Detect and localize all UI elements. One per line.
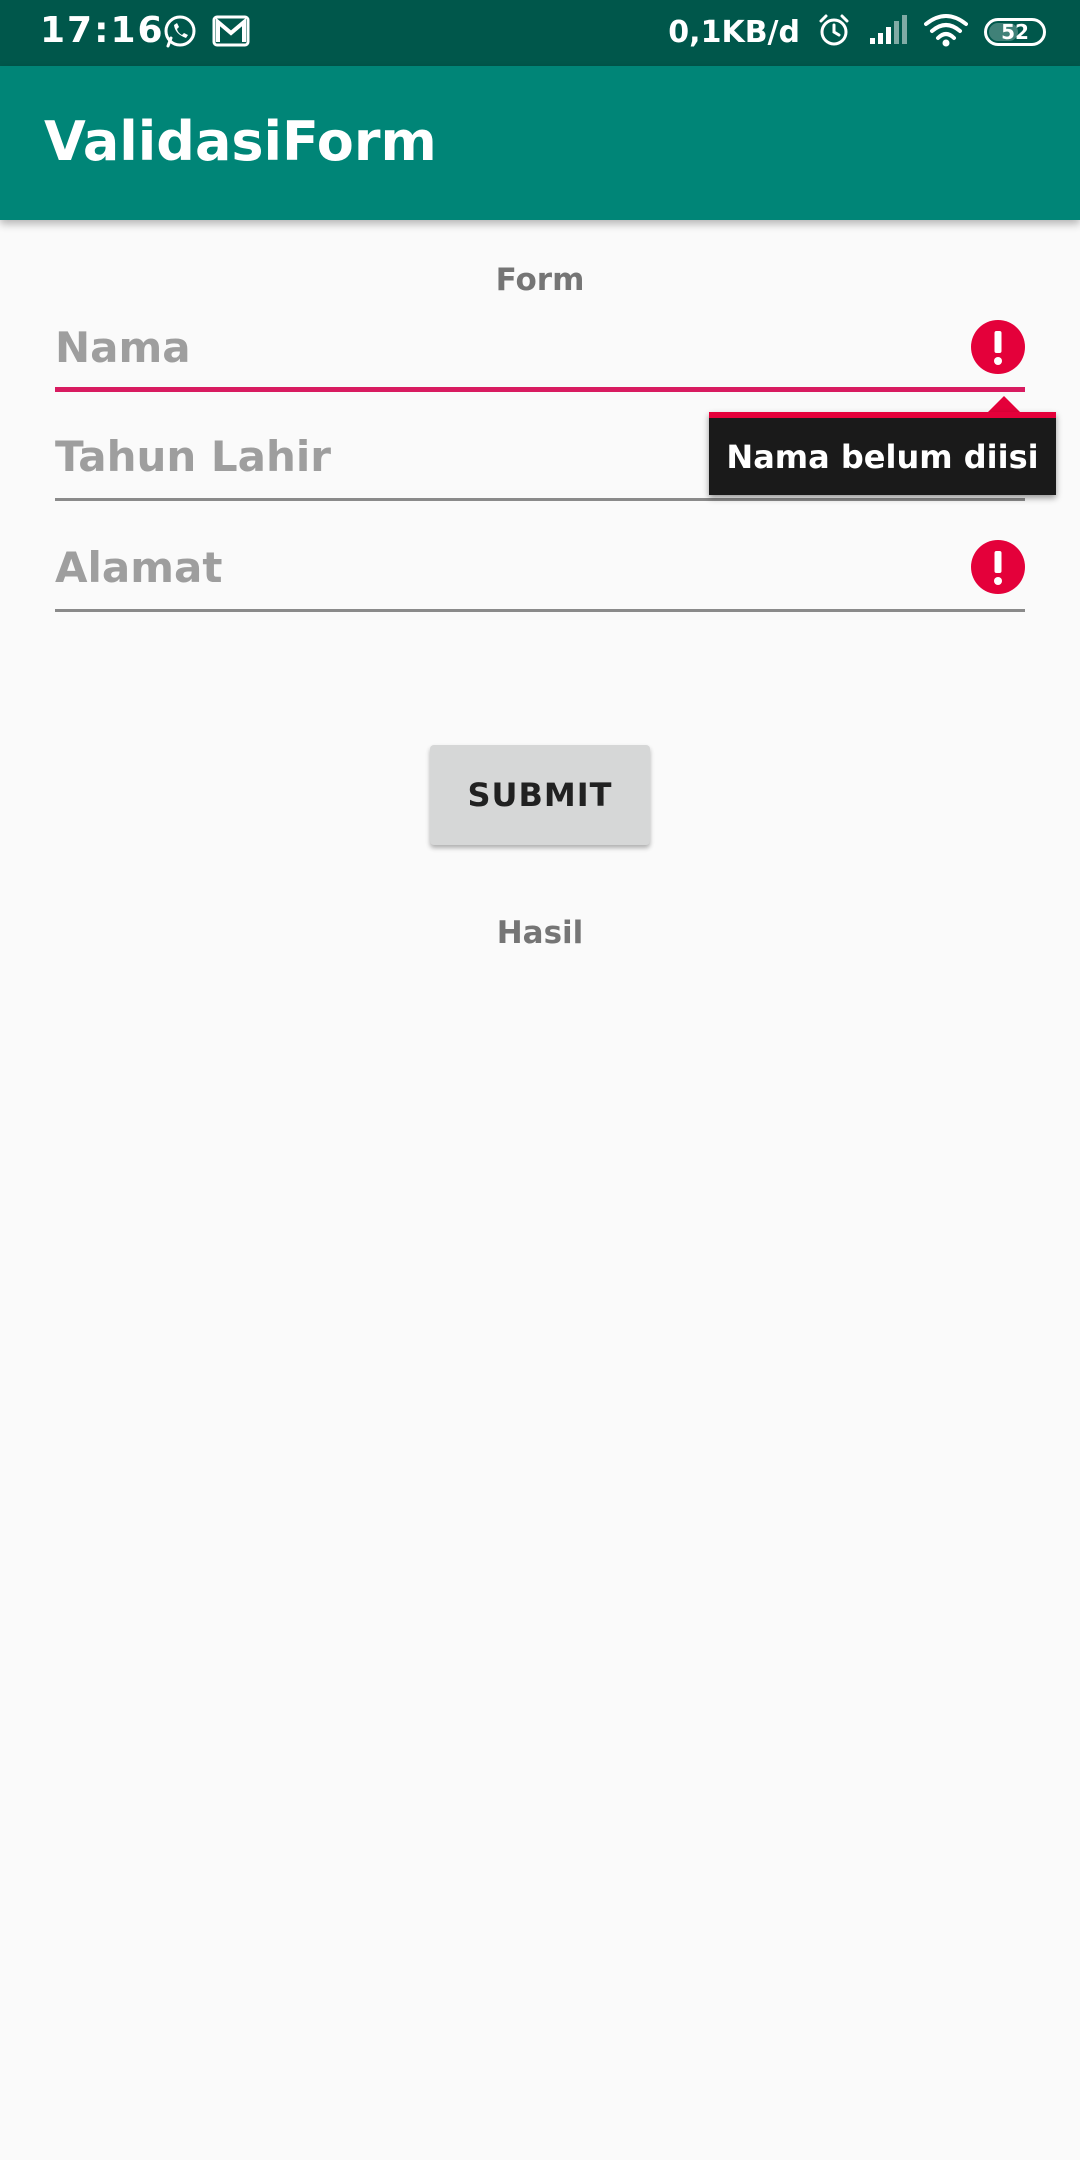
wifi-icon: [924, 13, 968, 51]
alamat-input[interactable]: [55, 532, 955, 602]
network-speed: 0,1KB/d: [668, 14, 800, 50]
result-label: Hasil: [496, 915, 584, 951]
tahun-lahir-underline: [55, 498, 1025, 501]
tooltip-arrow: [988, 396, 1020, 412]
gmail-icon: [212, 14, 250, 54]
signal-icon: [868, 14, 908, 50]
error-icon: [971, 540, 1025, 594]
status-bar: 17:16 0,1KB/d 52: [0, 0, 1080, 66]
nama-underline: [55, 387, 1025, 392]
status-notification-icons: [162, 14, 250, 54]
battery-level: 52: [1001, 20, 1029, 44]
app-bar: ValidasiForm: [0, 66, 1080, 220]
battery-indicator: 52: [984, 18, 1046, 46]
error-tooltip: Nama belum diisi: [709, 412, 1056, 495]
alamat-field[interactable]: [55, 532, 1025, 612]
error-icon: [971, 320, 1025, 374]
status-time: 17:16: [40, 10, 165, 51]
nama-field[interactable]: [55, 312, 1025, 392]
submit-button[interactable]: SUBMIT: [430, 745, 650, 845]
status-right-group: 0,1KB/d 52: [668, 12, 1046, 52]
alarm-icon: [816, 12, 852, 52]
form-heading: Form: [495, 262, 585, 298]
alamat-underline: [55, 609, 1025, 612]
whatsapp-icon: [162, 14, 198, 54]
app-title: ValidasiForm: [44, 110, 437, 173]
nama-input[interactable]: [55, 312, 955, 382]
